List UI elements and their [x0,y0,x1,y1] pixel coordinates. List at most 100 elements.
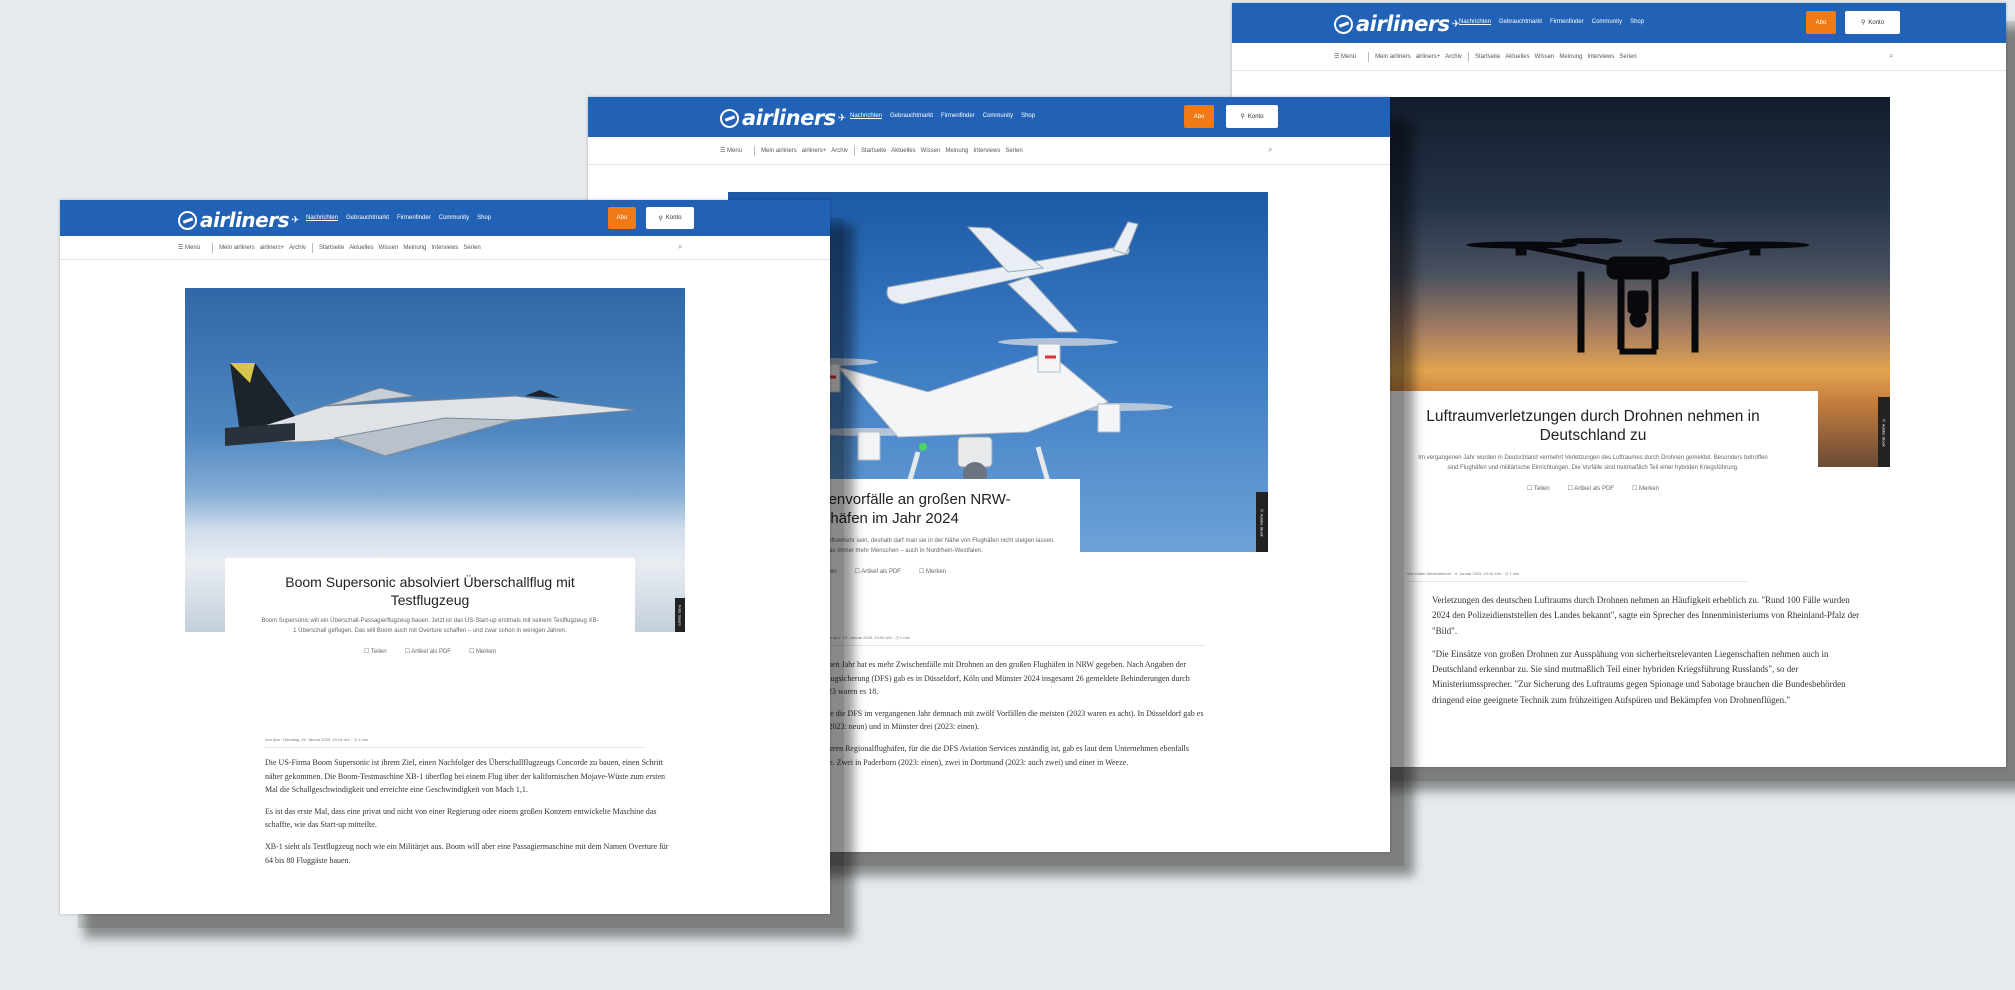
subnav-primary: Mein airliners airliners+ Archiv [219,245,306,251]
search-icon[interactable]: ⌕ [678,242,682,252]
article-paragraph: Es ist das erste Mal, dass eine privat u… [265,806,657,830]
title-card: Luftraumverletzungen durch Drohnen nehme… [1368,391,1818,557]
nav-item-company-finder[interactable]: Firmenfinder [1550,19,1584,25]
article-paragraph: In Köln zählte die DFS im vergangenen Ja… [788,708,1204,732]
pdf-button[interactable]: Artikel als PDF [405,648,451,655]
subnav-item-interviews[interactable]: Interviews [431,245,458,251]
subnav-secondary: Startseite Aktuelles Wissen Meinung Inte… [861,148,1023,154]
article-meta: Von dpa · Dienstag, 29. Januar 2025, 10:… [265,737,645,748]
nav-item-company-finder[interactable]: Firmenfinder [397,215,431,221]
subnav-item-opinion[interactable]: Meinung [1559,54,1582,60]
subnav-item-home[interactable]: Startseite [1475,54,1500,60]
subnav-item-archive[interactable]: Archiv [289,245,306,251]
main-nav: Nachrichten Gebrauchtmarkt Firmenfinder … [850,113,1035,119]
subnav-item-archive[interactable]: Archiv [1445,54,1462,60]
divider [212,242,214,253]
nav-item-community[interactable]: Community [1592,19,1622,25]
article-screenshot-boom-supersonic: airliners ✈ Nachrichten Gebrauchtmarkt Fi… [60,200,830,914]
article-lede: Boom Supersonic will ein Überschall-Pass… [261,618,599,635]
subnav-item-my-airliners[interactable]: Mein airliners [1375,54,1411,60]
site-logo[interactable]: airliners ✈ [1334,12,1460,36]
subnav-item-knowledge[interactable]: Wissen [1535,54,1555,60]
subnav-item-my-airliners[interactable]: Mein airliners [761,148,797,154]
site-header: airliners ✈ Nachrichten Gebrauchtmarkt Fi… [60,200,830,236]
nav-item-used-market[interactable]: Gebrauchtmarkt [1499,19,1542,25]
photo-credit: © Adobe Stock [1256,492,1268,552]
pdf-button[interactable]: Artikel als PDF [855,568,901,575]
article-title: Luftraumverletzungen durch Drohnen nehme… [1426,408,1760,445]
photo-credit: Foto: Boom [675,598,685,632]
subnav-item-interviews[interactable]: Interviews [973,148,1000,154]
subnav-item-series[interactable]: Serien [1619,54,1636,60]
abo-button[interactable]: Abo [1184,105,1214,128]
logo-ring-icon [178,210,197,230]
search-icon[interactable]: ⌕ [1268,145,1272,155]
divider [1467,51,1469,62]
nav-item-community[interactable]: Community [439,215,469,221]
nav-item-company-finder[interactable]: Firmenfinder [941,113,975,119]
article-paragraph: XB-1 sieht als Testflugzeug noch wie ein… [265,841,669,865]
user-icon: ⚲ [1240,114,1245,120]
divider [853,145,855,156]
subnav-item-opinion[interactable]: Meinung [945,148,968,154]
bookmark-button[interactable]: Merken [469,648,496,655]
subnav-item-interviews[interactable]: Interviews [1587,54,1614,60]
menu-button[interactable]: ☰ Menü [1334,53,1356,60]
account-button[interactable]: ⚲ Konto [646,207,694,229]
nav-item-news[interactable]: Nachrichten [1459,19,1491,25]
abo-button[interactable]: Abo [608,207,636,229]
plane-icon: ✈ [291,214,299,226]
subnav-item-airliners-plus[interactable]: airliners+ [260,245,285,251]
divider [311,242,313,253]
account-button[interactable]: ⚲ Konto [1845,11,1900,34]
account-button[interactable]: ⚲ Konto [1226,105,1278,128]
article-paragraph: Verletzungen des deutschen Luftraums dur… [1432,595,1860,636]
share-button[interactable]: Teilen [364,648,387,655]
site-logo[interactable]: airliners ✈ [178,208,299,232]
subnav-item-series[interactable]: Serien [1005,148,1022,154]
subnav-item-airliners-plus[interactable]: airliners+ [802,148,827,154]
search-icon[interactable]: ⌕ [1889,51,1893,61]
subnav-item-knowledge[interactable]: Wissen [921,148,941,154]
subnav-item-knowledge[interactable]: Wissen [379,245,399,251]
abo-button[interactable]: Abo [1806,11,1836,34]
logo-ring-icon [1334,14,1353,34]
nav-item-shop[interactable]: Shop [1021,113,1035,119]
nav-item-community[interactable]: Community [983,113,1013,119]
bookmark-button[interactable]: Merken [919,568,946,575]
article-actions: Teilen Artikel als PDF Merken [1368,485,1818,492]
nav-item-news[interactable]: Nachrichten [306,215,338,221]
subnav-item-opinion[interactable]: Meinung [403,245,426,251]
menu-button[interactable]: ☰ Menü [720,147,742,154]
article-body: Die US-Firma Boom Supersonic ist ihrem Z… [265,756,675,875]
subnav-item-series[interactable]: Serien [463,245,480,251]
nav-item-news[interactable]: Nachrichten [850,113,882,119]
subnav-item-airliners-plus[interactable]: airliners+ [1416,54,1441,60]
article-paragraph: "Die Einsätze von großen Drohnen zur Aus… [1432,648,1846,705]
nav-item-shop[interactable]: Shop [477,215,491,221]
nav-item-shop[interactable]: Shop [1630,19,1644,25]
site-logo[interactable]: airliners ✈ [720,106,846,130]
nav-item-used-market[interactable]: Gebrauchtmarkt [346,215,389,221]
article-paragraph: Im vergangenen Jahr hat es mehr Zwischen… [788,660,1190,697]
sub-nav: ☰ Menü Mein airliners airliners+ Archiv … [1232,43,2006,71]
nav-item-used-market[interactable]: Gebrauchtmarkt [890,113,933,119]
subnav-item-home[interactable]: Startseite [319,245,344,251]
subnav-item-home[interactable]: Startseite [861,148,886,154]
article-meta: Von Katrin Wesenheimer · 9. Januar 2025,… [1407,571,1747,582]
bookmark-button[interactable]: Merken [1632,485,1659,492]
share-button[interactable]: Teilen [1527,485,1550,492]
subnav-item-current[interactable]: Aktuelles [891,148,915,154]
subnav-item-current[interactable]: Aktuelles [1505,54,1529,60]
menu-button[interactable]: ☰ Menü [178,244,200,251]
article-body: Im vergangenen Jahr hat es mehr Zwischen… [788,658,1213,777]
subnav-item-archive[interactable]: Archiv [831,148,848,154]
user-icon: ⚲ [1860,20,1866,26]
subnav-item-current[interactable]: Aktuelles [349,245,373,251]
subnav-item-my-airliners[interactable]: Mein airliners [219,245,255,251]
pdf-button[interactable]: Artikel als PDF [1568,485,1614,492]
subnav-primary: Mein airliners airliners+ Archiv [761,148,848,154]
subnav-secondary: Startseite Aktuelles Wissen Meinung Inte… [1475,54,1637,60]
collage: airliners ✈ Nachrichten Gebrauchtmarkt Fi… [0,0,2015,990]
article-lede: Im vergangenen Jahr wurden in Deutschlan… [1418,454,1768,471]
